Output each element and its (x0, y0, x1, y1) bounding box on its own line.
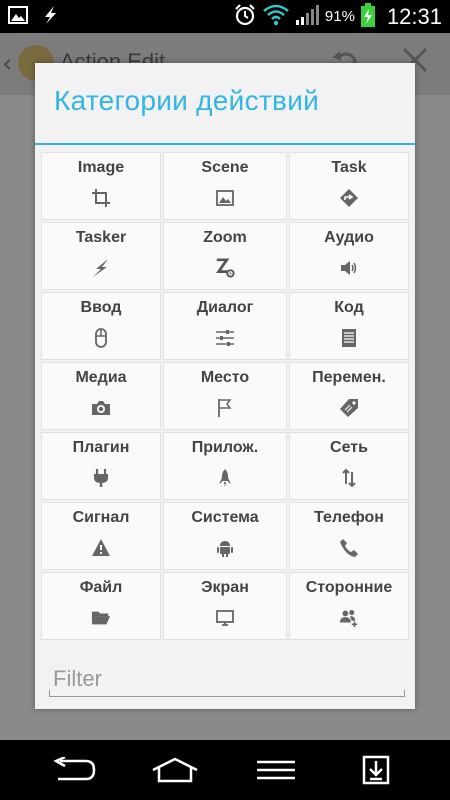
category-task[interactable]: Task (289, 152, 409, 220)
alarm-icon (233, 3, 257, 31)
picture-icon (214, 187, 236, 209)
category-label: Экран (201, 579, 249, 596)
category-network[interactable]: Сеть (289, 432, 409, 500)
category-dialog[interactable]: Диалог (163, 292, 287, 360)
category-tasker[interactable]: Tasker (41, 222, 161, 290)
sliders-icon (214, 327, 236, 349)
category-label: Аудио (324, 229, 374, 246)
flash-notification-icon (40, 5, 60, 29)
category-phone[interactable]: Телефон (289, 502, 409, 570)
phone-icon (338, 537, 360, 559)
category-code[interactable]: Код (289, 292, 409, 360)
category-label: Плагин (72, 439, 130, 456)
category-third-party[interactable]: Сторонние (289, 572, 409, 640)
zoom-z-gear-icon (214, 257, 236, 279)
category-scene[interactable]: Scene (163, 152, 287, 220)
up-down-arrows-icon (338, 467, 360, 489)
warning-icon (90, 537, 112, 559)
monitor-icon (214, 607, 236, 629)
flag-icon (214, 397, 236, 419)
title-divider (35, 143, 415, 145)
category-label: Медиа (75, 369, 127, 386)
back-arrow-icon[interactable]: ‹ (2, 49, 12, 79)
category-image[interactable]: Image (41, 152, 161, 220)
clock: 12:31 (386, 3, 442, 29)
android-icon (214, 537, 236, 559)
category-label: Телефон (314, 509, 384, 526)
lightning-icon (90, 257, 112, 279)
category-label: Код (334, 299, 364, 316)
category-label: Ввод (80, 299, 122, 316)
filter-input[interactable] (53, 665, 393, 693)
battery-percent: 91% (324, 8, 355, 25)
category-label: Tasker (75, 229, 127, 246)
navigation-bar (0, 740, 450, 800)
category-label: Система (191, 509, 259, 526)
diamond-arrow-icon (338, 187, 360, 209)
back-nav-icon[interactable] (50, 754, 98, 786)
category-label: Task (331, 159, 367, 176)
category-alert[interactable]: Сигнал (41, 502, 161, 570)
camera-icon (90, 397, 112, 419)
category-label: Диалог (196, 299, 254, 316)
folder-icon (90, 607, 112, 629)
image-notification-icon (8, 5, 28, 29)
action-categories-dialog: Категории действий Image Scene Task Task… (35, 63, 415, 709)
plug-icon (90, 467, 112, 489)
category-system[interactable]: Система (163, 502, 287, 570)
category-label: Scene (201, 159, 249, 176)
category-label: Файл (79, 579, 123, 596)
category-label: Image (77, 159, 125, 176)
category-label: Перемен. (312, 369, 386, 386)
status-bar: 91% 12:31 (0, 0, 450, 33)
category-media[interactable]: Медиа (41, 362, 161, 430)
signal-icon (295, 4, 319, 30)
category-zoom[interactable]: Zoom (163, 222, 287, 290)
category-file[interactable]: Файл (41, 572, 161, 640)
dialog-title: Категории действий (54, 85, 320, 116)
tag-icon (338, 397, 360, 419)
category-label: Сеть (330, 439, 368, 456)
category-audio[interactable]: Аудио (289, 222, 409, 290)
category-label: Место (200, 369, 250, 386)
add-people-icon (338, 607, 360, 629)
mouse-icon (90, 327, 112, 349)
category-label: Сигнал (72, 509, 130, 526)
category-variables[interactable]: Перемен. (289, 362, 409, 430)
category-label: Zoom (203, 229, 247, 246)
category-label: Сторонние (305, 579, 393, 596)
wifi-icon (263, 4, 289, 30)
category-grid: Image Scene Task Tasker Zoom Аудио Ввод (41, 152, 409, 640)
battery-charging-icon (360, 2, 375, 31)
speaker-icon (338, 257, 360, 279)
rocket-icon (214, 467, 236, 489)
download-nav-icon[interactable] (352, 754, 400, 786)
home-nav-icon[interactable] (151, 754, 199, 786)
category-label: Прилож. (191, 439, 259, 456)
category-input[interactable]: Ввод (41, 292, 161, 360)
document-icon (338, 327, 360, 349)
filter-field[interactable] (49, 663, 405, 697)
crop-icon (90, 187, 112, 209)
menu-nav-icon[interactable] (252, 754, 300, 786)
category-plugin[interactable]: Плагин (41, 432, 161, 500)
category-location[interactable]: Место (163, 362, 287, 430)
category-apps[interactable]: Прилож. (163, 432, 287, 500)
category-screen[interactable]: Экран (163, 572, 287, 640)
